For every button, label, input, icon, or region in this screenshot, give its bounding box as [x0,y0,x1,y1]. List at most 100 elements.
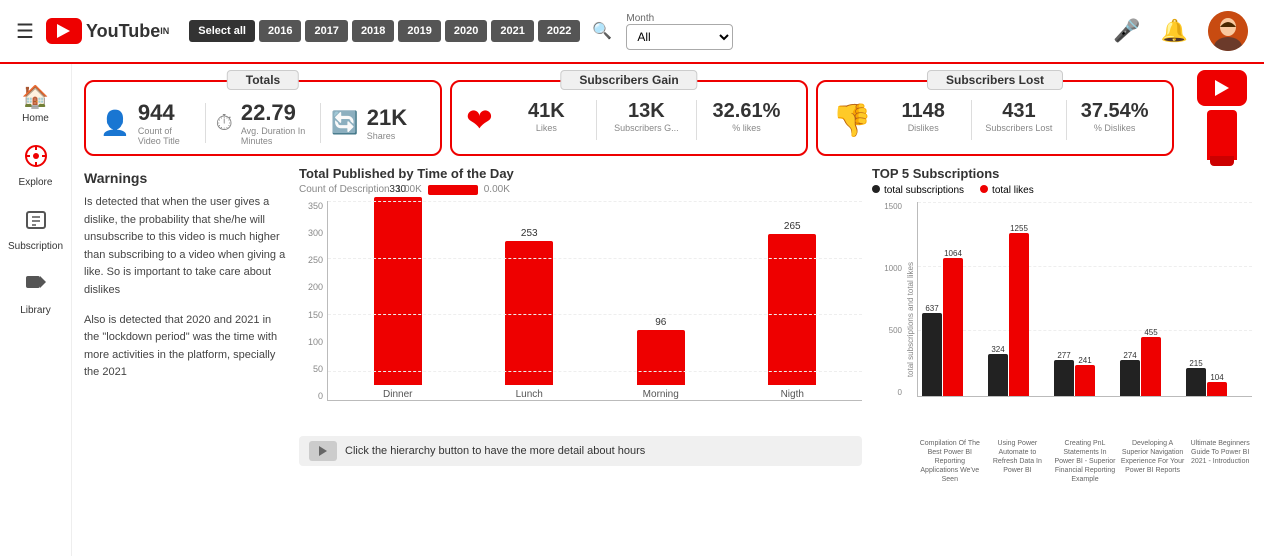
bottom-row: Warnings Is detected that when the user … [72,162,1264,470]
play-button-small[interactable] [309,441,337,461]
group-1: 637 1064 [922,249,984,396]
group-4: 274 455 [1120,328,1182,396]
video-count-label: Count of Video Title [138,126,195,146]
heart-icon: ❤ [466,101,493,139]
btn-2018[interactable]: 2018 [352,20,394,42]
gain-subs: 13K Subscribers G... [601,100,692,140]
btn-2017[interactable]: 2017 [305,20,347,42]
clock-icon: ⏱ [216,110,233,136]
warnings-panel: Warnings Is detected that when the user … [84,166,289,466]
year-filters: Select all 2016 2017 2018 2019 2020 2021… [189,20,580,42]
top5-title: TOP 5 Subscriptions [872,166,1252,181]
lost-subs-value: 431 [976,100,1063,123]
gain-subs-label: Subscribers G... [601,123,692,133]
top5-legend: total subscriptions total likes [872,185,1252,196]
duration-value: 22.79 [241,100,311,126]
explore-icon [24,144,48,174]
sidebar-item-subscription[interactable]: Subscription [5,200,67,260]
duration-label: Avg. Duration In Minutes [241,126,311,146]
lost-subs: 431 Subscribers Lost [976,100,1063,140]
warnings-text1: Is detected that when the user gives a d… [84,194,289,300]
subscription-icon [24,208,48,238]
sidebar: 🏠 Home Explore Subscription Library [0,64,72,556]
lost-subs-label: Subscribers Lost [976,123,1063,133]
bar-night: 265 Nigth [733,221,853,400]
thumbdown-icon: 👎 [832,101,872,139]
bar-chart-panel: Total Published by Time of the Day Count… [299,166,862,466]
group-5: 215 104 [1186,359,1248,396]
sidebar-home-label: Home [22,113,49,124]
footer-text: Click the hierarchy button to have the m… [345,445,645,457]
subscribers-lost-title: Subscribers Lost [927,70,1063,90]
sidebar-library-label: Library [20,305,51,316]
metric-duration: ⏱ 22.79 Avg. Duration In Minutes [216,100,311,146]
totals-title-bar: Totals [227,70,299,90]
top5-y-axis: 150010005000 [872,202,906,397]
gain-likes-value: 41K [501,100,592,123]
gain-pct-value: 32.61% [701,100,792,123]
top5-labels: Compilation Of The Best Power BI Reporti… [918,439,1252,484]
lost-pct-label: % Dislikes [1071,123,1158,133]
home-icon: 🏠 [22,84,49,110]
sidebar-explore-label: Explore [19,177,53,188]
btn-2020[interactable]: 2020 [445,20,487,42]
bar-dinner: 330 Dinner [338,184,458,400]
library-icon [24,272,48,302]
month-label: Month [626,13,733,24]
bell-icon[interactable]: 🔔 [1161,18,1188,44]
gain-likes-label: Likes [501,123,592,133]
top5-panel: TOP 5 Subscriptions total subscriptions … [872,166,1252,466]
logo: YouTubeIN [46,18,169,44]
bar-lunch: 253 Lunch [470,228,590,400]
btn-2022[interactable]: 2022 [538,20,580,42]
top5-chart-area: 150010005000 total subscriptions and tot… [872,202,1252,437]
yt-illustration [1182,80,1252,156]
month-select[interactable]: All JanuaryFebruaryMarch AprilMayJune Ju… [626,24,733,50]
avatar-image [1208,11,1248,51]
subscribers-gain-card: Subscribers Gain ❤ 41K Likes 13K Subscri… [450,80,808,156]
group-label-3: Creating PnL Statements In Power BI - Su… [1053,439,1117,484]
main-content: Totals 👤 944 Count of Video Title ⏱ 22.7… [72,64,1264,556]
mic-icon[interactable]: 🎤 [1113,18,1140,44]
header-right: 🎤 🔔 [1113,11,1248,51]
warnings-title: Warnings [84,170,289,186]
subscribers-gain-title: Subscribers Gain [560,70,697,90]
video-count-value: 944 [138,100,195,126]
bar-chart-title: Total Published by Time of the Day [299,166,862,181]
btn-select-all[interactable]: Select all [189,20,255,42]
lost-dislikes-label: Dislikes [880,123,967,133]
warnings-text2: Also is detected that 2020 and 2021 in t… [84,312,289,382]
subscribers-lost-card: Subscribers Lost 👎 1148 Dislikes 431 Sub… [816,80,1174,156]
logo-text: YouTube [86,21,160,42]
metric-shares: 🔄 21K Shares [331,105,426,141]
avatar[interactable] [1208,11,1248,51]
group-label-2: Using Power Automate to Refresh Data In … [986,439,1050,484]
sidebar-item-library[interactable]: Library [5,264,67,324]
sidebar-item-explore[interactable]: Explore [5,136,67,196]
bar-morning: 96 Morning [601,317,721,400]
lost-pct: 37.54% % Dislikes [1071,100,1158,140]
sidebar-item-home[interactable]: 🏠 Home [5,76,67,132]
month-filter: Month All JanuaryFebruaryMarch AprilMayJ… [626,13,733,50]
group-label-1: Compilation Of The Best Power BI Reporti… [918,439,982,484]
btn-2021[interactable]: 2021 [491,20,533,42]
bar-chart-area: 350300250200150100500 330 Dinner [299,201,862,432]
btn-2016[interactable]: 2016 [259,20,301,42]
gain-pct: 32.61% % likes [701,100,792,140]
btn-2019[interactable]: 2019 [398,20,440,42]
shares-value: 21K [367,105,407,131]
gain-likes: 41K Likes [501,100,592,140]
top5-bars-container: 637 1064 324 [917,202,1252,397]
logo-icon [46,18,82,44]
group-3: 277 241 [1054,351,1116,396]
group-2: 324 1255 [988,224,1050,396]
search-button[interactable]: 🔍 [586,15,618,47]
stats-row: Totals 👤 944 Count of Video Title ⏱ 22.7… [72,64,1264,162]
hamburger-icon[interactable]: ☰ [16,19,34,44]
lost-dislikes: 1148 Dislikes [880,100,967,140]
y-axis: 350300250200150100500 [299,201,327,401]
totals-card: Totals 👤 944 Count of Video Title ⏱ 22.7… [84,80,442,156]
gain-subs-value: 13K [601,100,692,123]
header: ☰ YouTubeIN Select all 2016 2017 2018 20… [0,0,1264,64]
group-label-5: Ultimate Beginners Guide To Power BI 202… [1188,439,1252,484]
